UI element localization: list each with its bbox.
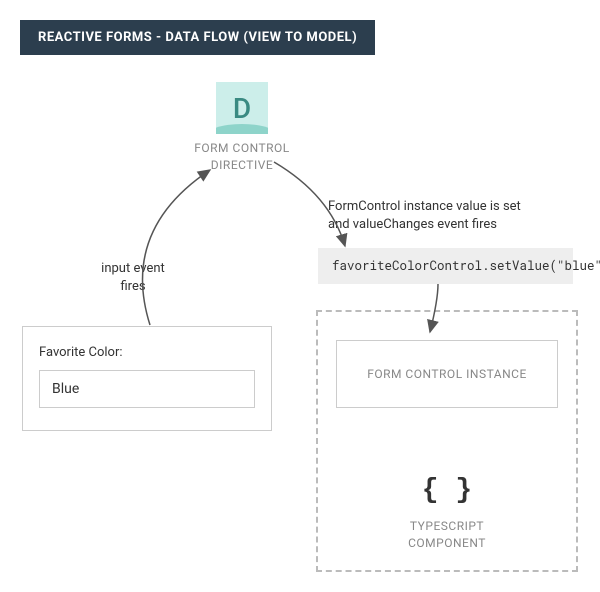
directive-icon-letter: D [233, 92, 251, 125]
braces-icon: { } [422, 475, 472, 506]
form-field-label: Favorite Color: [39, 345, 255, 360]
directive-icon: D [216, 82, 268, 134]
annotation-setvalue: FormControl instance value is set and va… [328, 198, 568, 234]
typescript-component-label: TYPESCRIPT COMPONENT [318, 518, 576, 552]
diagram-title: REACTIVE FORMS - DATA FLOW (VIEW TO MODE… [20, 20, 375, 55]
form-view-box: Favorite Color: [22, 326, 272, 431]
directive-label: FORM CONTROL DIRECTIVE [170, 140, 314, 174]
annotation-input-event: input event fires [78, 260, 188, 296]
form-control-instance-box: FORM CONTROL INSTANCE [336, 340, 558, 408]
code-snippet: favoriteColorControl.setValue("blue") [318, 248, 573, 284]
typescript-component-container: FORM CONTROL INSTANCE { } TYPESCRIPT COM… [316, 310, 578, 572]
favorite-color-input[interactable] [39, 370, 255, 408]
